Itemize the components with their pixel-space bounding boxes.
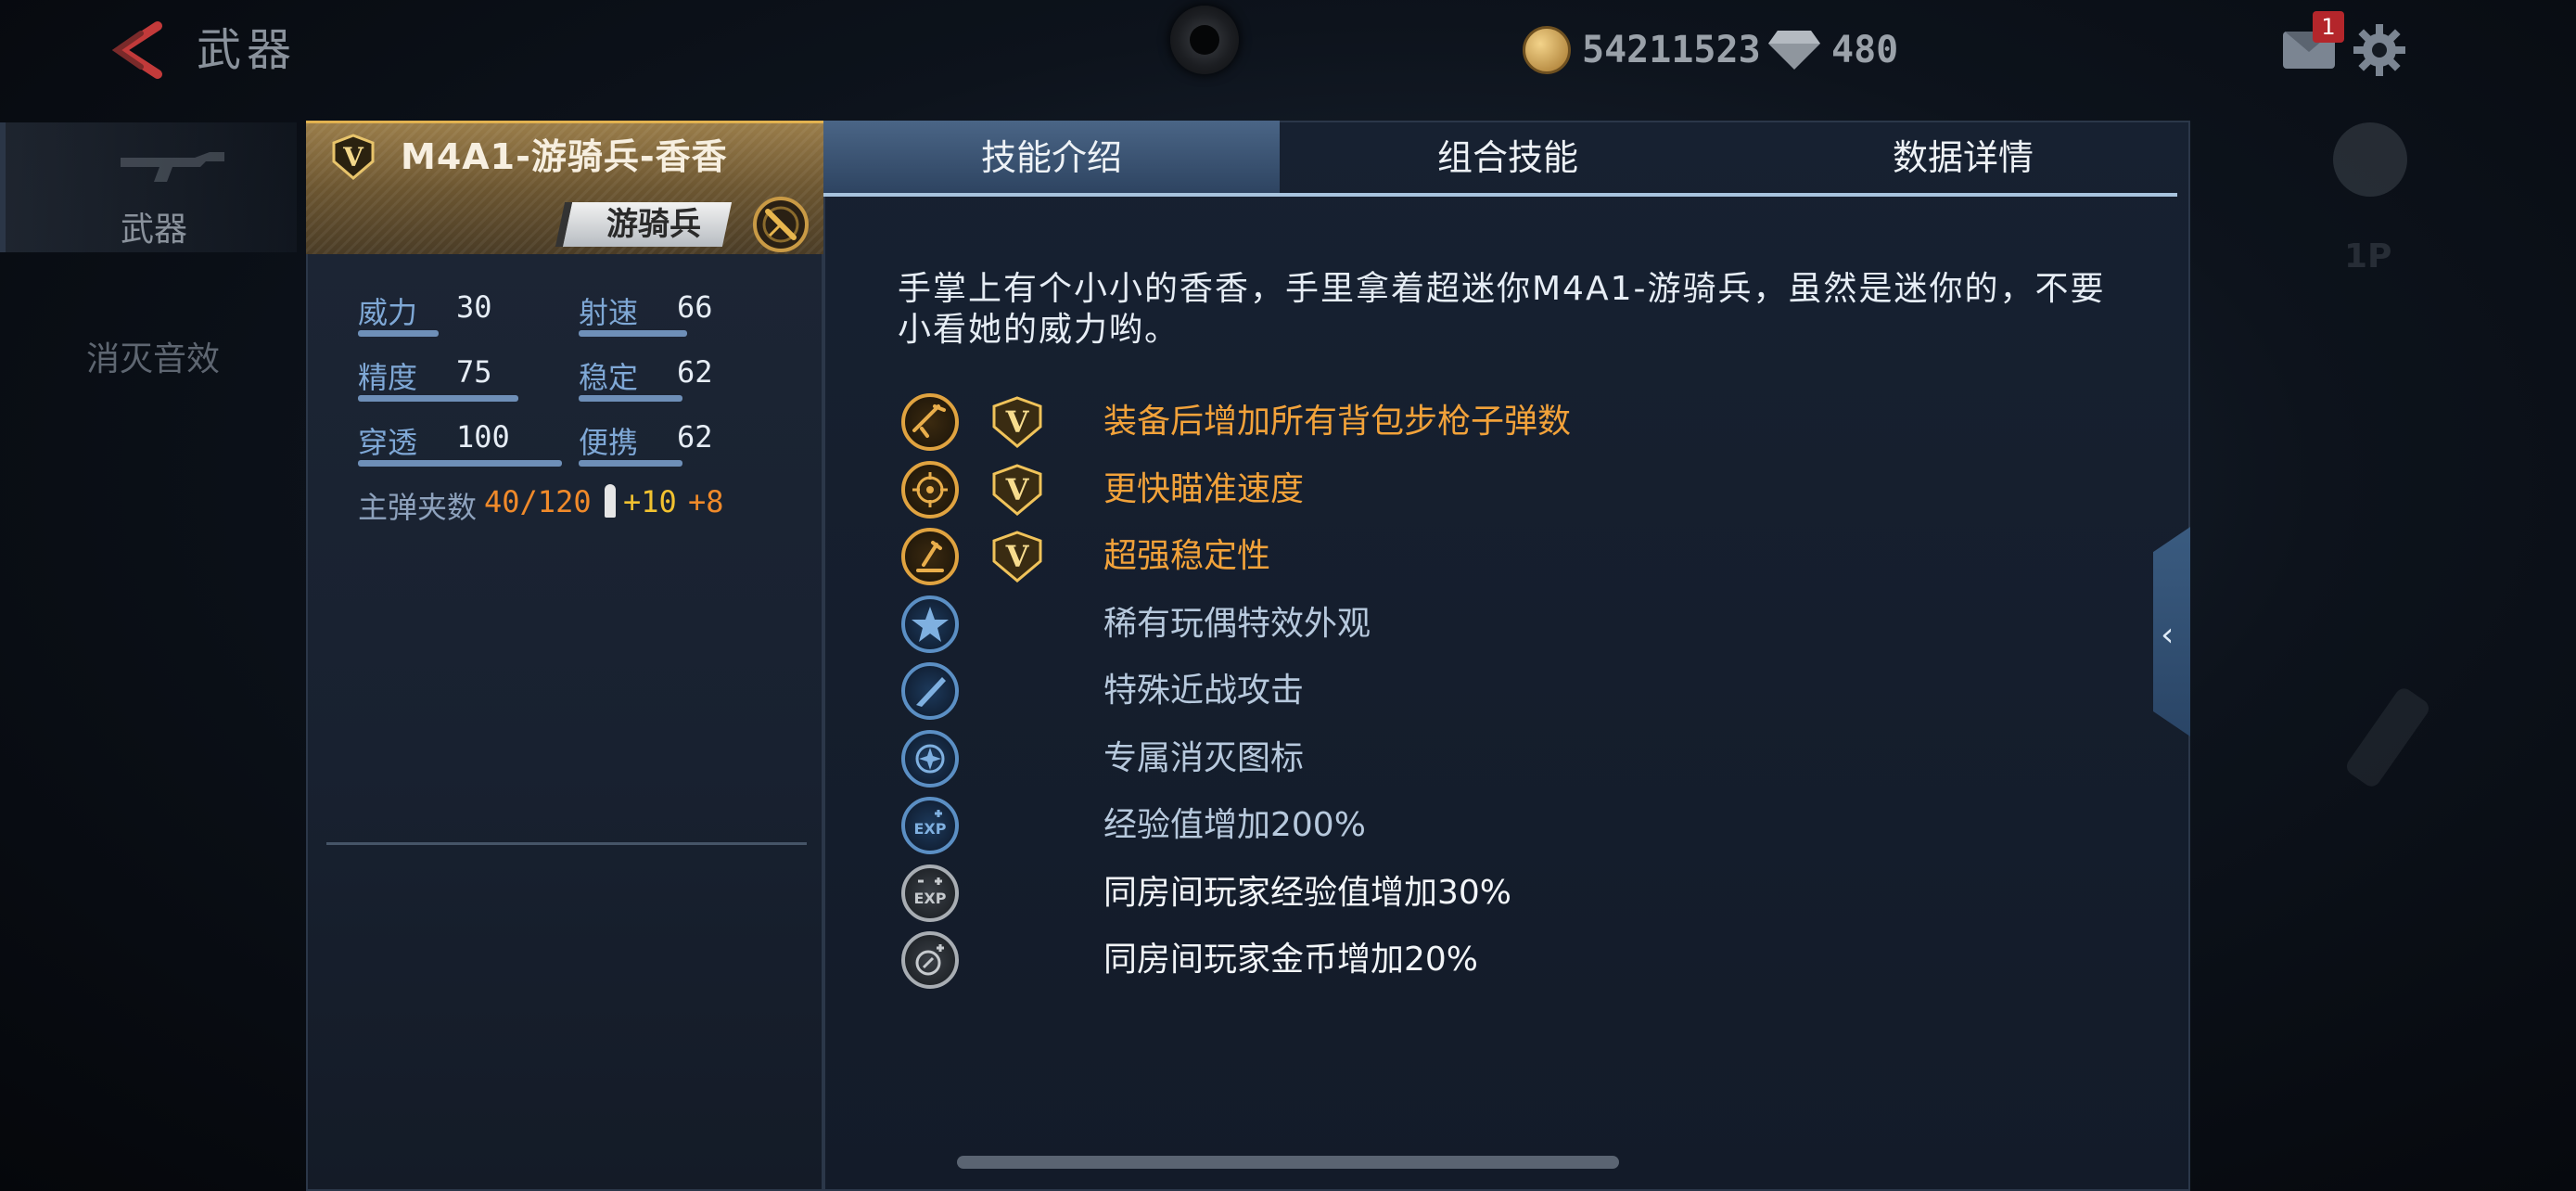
rank-v-badge-icon: V (992, 531, 1042, 583)
coin-balance: 54211523 (1523, 24, 1761, 76)
stat-label: 便携 (579, 425, 639, 460)
rank-v-badge-icon: V (992, 396, 1042, 448)
tab-skill-intro[interactable]: 技能介绍 (823, 121, 1280, 195)
rifle-icon (901, 393, 959, 451)
coin-icon (1523, 26, 1571, 74)
stat-label: 穿透 (358, 425, 418, 460)
gear-icon[interactable] (2352, 22, 2407, 78)
crosshair-icon (901, 461, 959, 519)
ammo-bonus-secondary: +8 (688, 484, 724, 519)
skill-text: 装备后增加所有背包步枪子弹数 (1103, 403, 1572, 441)
skill-text: 特殊近战攻击 (1103, 672, 1305, 710)
tab-data-details[interactable]: 数据详情 (1736, 121, 2190, 195)
divider (326, 842, 807, 845)
stat-bar (358, 395, 518, 402)
back-arrow-icon[interactable] (104, 20, 171, 80)
stat-bar (579, 395, 682, 402)
stat-label: 威力 (358, 295, 418, 330)
svg-text:V: V (1005, 539, 1030, 574)
skill-text: 同房间玩家金币增加20% (1103, 941, 1479, 979)
stat-value: 62 (677, 419, 713, 455)
bullet-icon (605, 484, 616, 518)
stat-value: 75 (456, 354, 492, 390)
rank-v-badge-icon: V (332, 134, 375, 180)
center-badge-icon (1170, 6, 1239, 74)
star-icon (901, 596, 959, 653)
team-coin-icon (901, 931, 959, 989)
skill-text: 同房间玩家经验值增加30% (1103, 874, 1512, 912)
chevron-left-icon: ‹ (2161, 616, 2174, 654)
svg-text:V: V (342, 142, 364, 173)
skill-text: 超强稳定性 (1103, 537, 1271, 575)
player-indicator[interactable]: 1P (2344, 237, 2391, 275)
stat-label: 射速 (579, 295, 639, 330)
skill-text: 经验值增加200% (1103, 806, 1366, 844)
svg-text:V: V (1005, 472, 1030, 507)
diamond-icon (1768, 31, 1820, 70)
gem-balance: 480 (1766, 24, 1898, 76)
stability-icon (901, 528, 959, 585)
nav-item-kill-effect[interactable]: 消灭音效 (0, 332, 306, 380)
stat-value: 30 (456, 289, 492, 325)
page-title: 武器 (197, 24, 298, 76)
exp-icon: EXP (901, 797, 959, 854)
weapon-info-panel (306, 121, 823, 1191)
team-exp-icon: EXP (901, 864, 959, 922)
rank-v-badge-icon: V (992, 464, 1042, 516)
svg-text:EXP: EXP (914, 820, 947, 838)
weapon-name: M4A1-游骑兵-香香 (401, 136, 728, 177)
stat-bar (579, 330, 687, 337)
stat-bar (358, 330, 439, 337)
coin-value: 54211523 (1582, 29, 1761, 71)
ammo-label: 主弹夹数 (358, 490, 478, 525)
skill-text: 更快瞄准速度 (1103, 470, 1305, 508)
dpad-icon[interactable] (2333, 122, 2407, 197)
svg-text:V: V (1005, 404, 1030, 440)
tab-underline (823, 193, 2177, 197)
stat-label: 稳定 (579, 360, 639, 395)
stat-bar (358, 460, 562, 467)
rifle-icon (121, 152, 224, 182)
nav-weapon-label: 武器 (120, 211, 187, 249)
skill-text: 专属消灭图标 (1103, 739, 1305, 777)
ammo-value: 40/120 (484, 484, 592, 519)
tab-combo-skill[interactable]: 组合技能 (1280, 121, 1736, 195)
svg-text:EXP: EXP (914, 890, 947, 907)
gem-value: 480 (1831, 29, 1899, 71)
stat-value: 66 (677, 289, 713, 325)
knife-icon (901, 662, 959, 720)
skill-description: 手掌上有个小小的香香，手里拿着超迷你M4A1-游骑兵，虽然是迷你的，不要小看她的… (898, 270, 2106, 349)
stat-label: 精度 (358, 360, 418, 395)
nav-item-weapon[interactable]: 武器 (0, 122, 297, 252)
home-indicator[interactable] (957, 1156, 1619, 1169)
stat-bar (579, 460, 682, 467)
knife-slot-icon[interactable] (2343, 685, 2432, 790)
mail-badge: 1 (2313, 11, 2344, 43)
skill-text: 稀有玩偶特效外观 (1103, 605, 1371, 643)
class-emblem-icon (753, 197, 809, 252)
collapse-panel-button[interactable]: ‹ (2153, 527, 2190, 736)
stat-value: 62 (677, 354, 713, 390)
stat-value: 100 (456, 419, 510, 455)
ammo-bonus-primary: +10 (623, 484, 677, 519)
kill-mark-icon (901, 730, 959, 788)
class-tag-label: 游骑兵 (606, 206, 701, 243)
